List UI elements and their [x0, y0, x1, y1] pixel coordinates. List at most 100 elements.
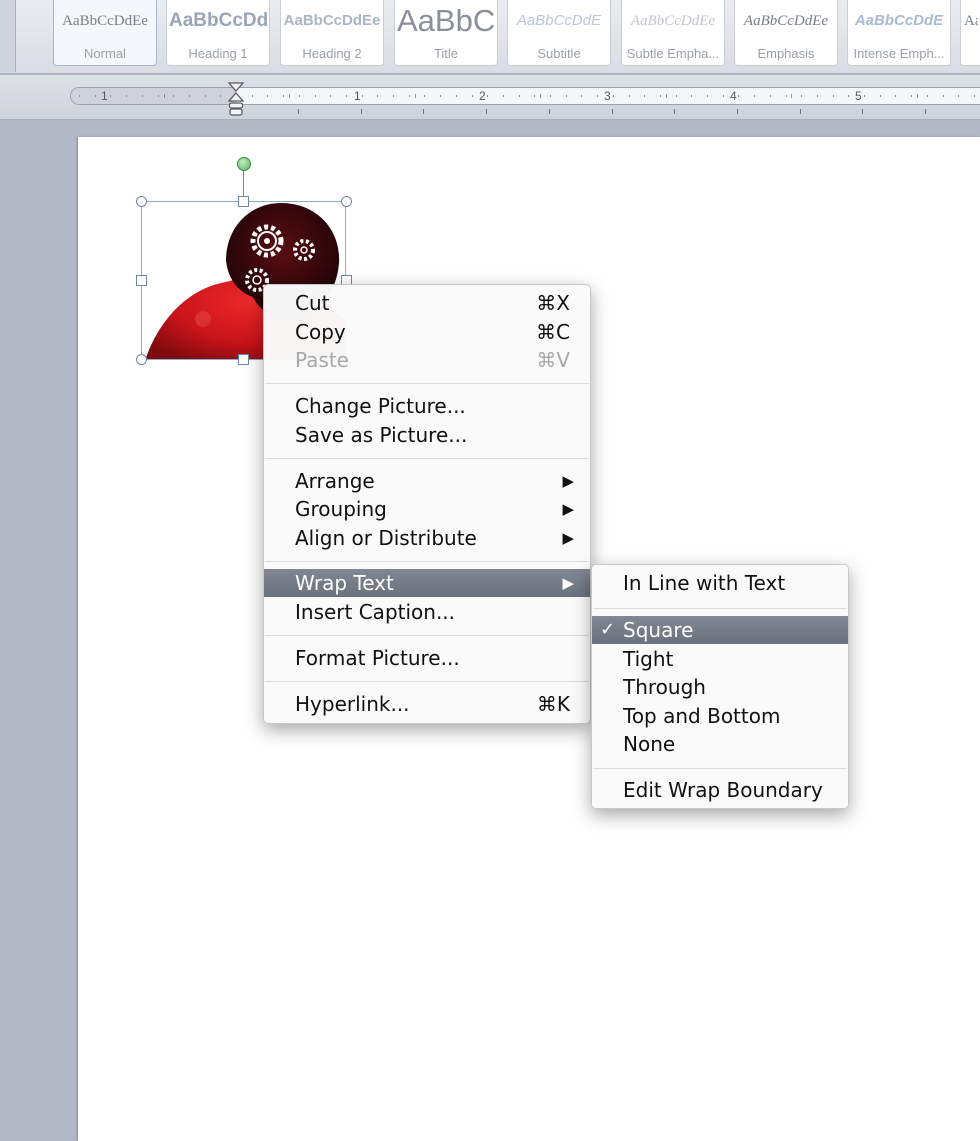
- ruler-dot: [864, 95, 865, 97]
- menu-item-shortcut: ⌘K: [536, 692, 570, 716]
- ruler-dot: [126, 95, 128, 97]
- menu-item-label: Save as Picture...: [295, 423, 468, 447]
- ruler-half-tick: [415, 94, 416, 98]
- ruler-dot: [424, 95, 426, 97]
- resize-handle-bottom-left[interactable]: [136, 354, 147, 365]
- styles-gallery: AaBbCcDdEe Normal AaBbCcDd Heading 1 AaB…: [0, 0, 980, 74]
- resize-handle-left[interactable]: [136, 275, 147, 286]
- ruler-half-tick: [666, 94, 667, 98]
- style-normal[interactable]: AaBbCcDdEe Normal: [53, 0, 157, 66]
- menu-item-shortcut: ⌘V: [536, 348, 570, 372]
- submenu-arrow-icon: ▶: [562, 500, 574, 518]
- submenu-item-edit-wrap-boundary[interactable]: Edit Wrap Boundary: [592, 776, 848, 804]
- ruler-dot: [345, 95, 347, 97]
- menu-item-change-picture[interactable]: Change Picture...: [264, 392, 590, 420]
- menu-item-hyperlink[interactable]: Hyperlink... ⌘K: [264, 690, 590, 718]
- ruler-dot: [801, 95, 803, 97]
- style-name: Heading 2: [302, 46, 362, 61]
- menu-item-label: Align or Distribute: [295, 526, 477, 550]
- ruler-dot: [691, 95, 693, 97]
- menu-item-align-distribute[interactable]: Align or Distribute ▶: [264, 524, 590, 552]
- ruler-dot: [659, 95, 661, 97]
- submenu-item-in-line[interactable]: In Line with Text: [592, 569, 848, 597]
- resize-handle-top-right[interactable]: [341, 196, 352, 207]
- submenu-arrow-icon: ▶: [562, 472, 574, 490]
- ruler-label: 1: [101, 89, 108, 103]
- ruler-dot: [926, 95, 928, 97]
- menu-item-label: Tight: [623, 647, 674, 671]
- style-intense-emphasis[interactable]: AaBbCcDdE Intense Emph...: [847, 0, 951, 66]
- style-emphasis[interactable]: AaBbCcDdEe Emphasis: [734, 0, 838, 66]
- ruler-dot: [534, 95, 536, 97]
- menu-item-wrap-text[interactable]: Wrap Text ▶: [264, 569, 590, 597]
- submenu-item-none[interactable]: None: [592, 730, 848, 758]
- style-sample: AaBbCcDdEe: [62, 13, 148, 29]
- menu-item-cut[interactable]: Cut ⌘X: [264, 289, 590, 317]
- style-sample: AaBbC: [397, 4, 495, 34]
- ruler-dot: [393, 95, 394, 97]
- ruler-dot: [707, 95, 708, 97]
- ruler-dot: [408, 95, 410, 97]
- menu-item-label: Format Picture...: [295, 646, 460, 670]
- ruler-half-tick: [540, 94, 541, 98]
- default-tab-stop: [548, 109, 550, 114]
- ruler-dot: [471, 95, 473, 97]
- style-name: Subtitle: [537, 46, 581, 61]
- ruler-strip[interactable]: 1 1 2 3 4 5: [70, 87, 980, 105]
- ruler-dot: [879, 95, 881, 97]
- indent-marker-icon[interactable]: [227, 82, 245, 116]
- menu-item-label: Top and Bottom: [623, 704, 781, 728]
- style-subtitle[interactable]: AaBbCcDdE Subtitle: [507, 0, 611, 66]
- style-subtle-emphasis[interactable]: AaBbCcDdEe Subtle Empha...: [621, 0, 725, 66]
- menu-item-label: Paste: [295, 348, 349, 372]
- default-tab-stop: [360, 109, 362, 114]
- resize-handle-top-left[interactable]: [136, 196, 147, 207]
- ruler-dot: [816, 95, 818, 97]
- menu-item-paste: Paste ⌘V: [264, 346, 590, 374]
- style-name: Heading 1: [188, 46, 248, 61]
- menu-item-label: Arrange: [295, 469, 375, 493]
- default-tab-stop: [925, 109, 926, 114]
- ruler-dot: [644, 95, 646, 97]
- default-tab-stop: [736, 109, 738, 114]
- submenu-item-top-bottom[interactable]: Top and Bottom: [592, 702, 848, 730]
- ruler-dot: [251, 95, 253, 97]
- submenu-item-square[interactable]: ✓ Square: [592, 616, 848, 644]
- style-sample: AaBbCcDdEe: [283, 12, 381, 29]
- ruler-left-margin: [71, 88, 236, 104]
- menu-item-label: Edit Wrap Boundary: [623, 778, 823, 802]
- ruler-dot: [565, 95, 567, 97]
- submenu-item-tight[interactable]: Tight: [592, 645, 848, 673]
- default-tab-stop: [423, 109, 425, 114]
- menu-item-grouping[interactable]: Grouping ▶: [264, 495, 590, 523]
- style-next-partial[interactable]: Aa: [960, 0, 980, 66]
- rotate-handle[interactable]: [237, 157, 251, 171]
- resize-handle-top[interactable]: [238, 196, 249, 207]
- ruler-dot: [612, 95, 614, 97]
- menu-item-arrange[interactable]: Arrange ▶: [264, 467, 590, 495]
- horizontal-ruler: 1 1 2 3 4 5: [0, 75, 980, 120]
- style-title[interactable]: AaBbC Title: [394, 0, 498, 66]
- style-heading-2[interactable]: AaBbCcDdEe Heading 2: [280, 0, 384, 66]
- default-tab-stop: [862, 109, 864, 114]
- menu-item-label: Cut: [295, 291, 330, 315]
- resize-handle-bottom[interactable]: [238, 354, 249, 365]
- style-heading-1[interactable]: AaBbCcDd Heading 1: [166, 0, 270, 66]
- menu-item-insert-caption[interactable]: Insert Caption...: [264, 598, 590, 626]
- menu-item-label: Grouping: [295, 497, 387, 521]
- menu-item-format-picture[interactable]: Format Picture...: [264, 644, 590, 672]
- ruler-dot: [502, 95, 504, 97]
- menu-item-save-as-picture[interactable]: Save as Picture...: [264, 421, 590, 449]
- default-tab-stop: [486, 109, 488, 114]
- ruler-dot: [283, 95, 285, 97]
- ruler-dot: [785, 95, 787, 97]
- menu-item-copy[interactable]: Copy ⌘C: [264, 318, 590, 346]
- submenu-item-through[interactable]: Through: [592, 673, 848, 701]
- ruler-dot: [518, 95, 520, 97]
- ruler-dot: [581, 95, 583, 97]
- ruler-label: 3: [604, 89, 611, 103]
- ruler-dot: [550, 95, 551, 97]
- ruler-dot: [79, 95, 80, 97]
- checkmark-icon: ✓: [600, 619, 616, 640]
- menu-item-shortcut: ⌘X: [536, 291, 570, 315]
